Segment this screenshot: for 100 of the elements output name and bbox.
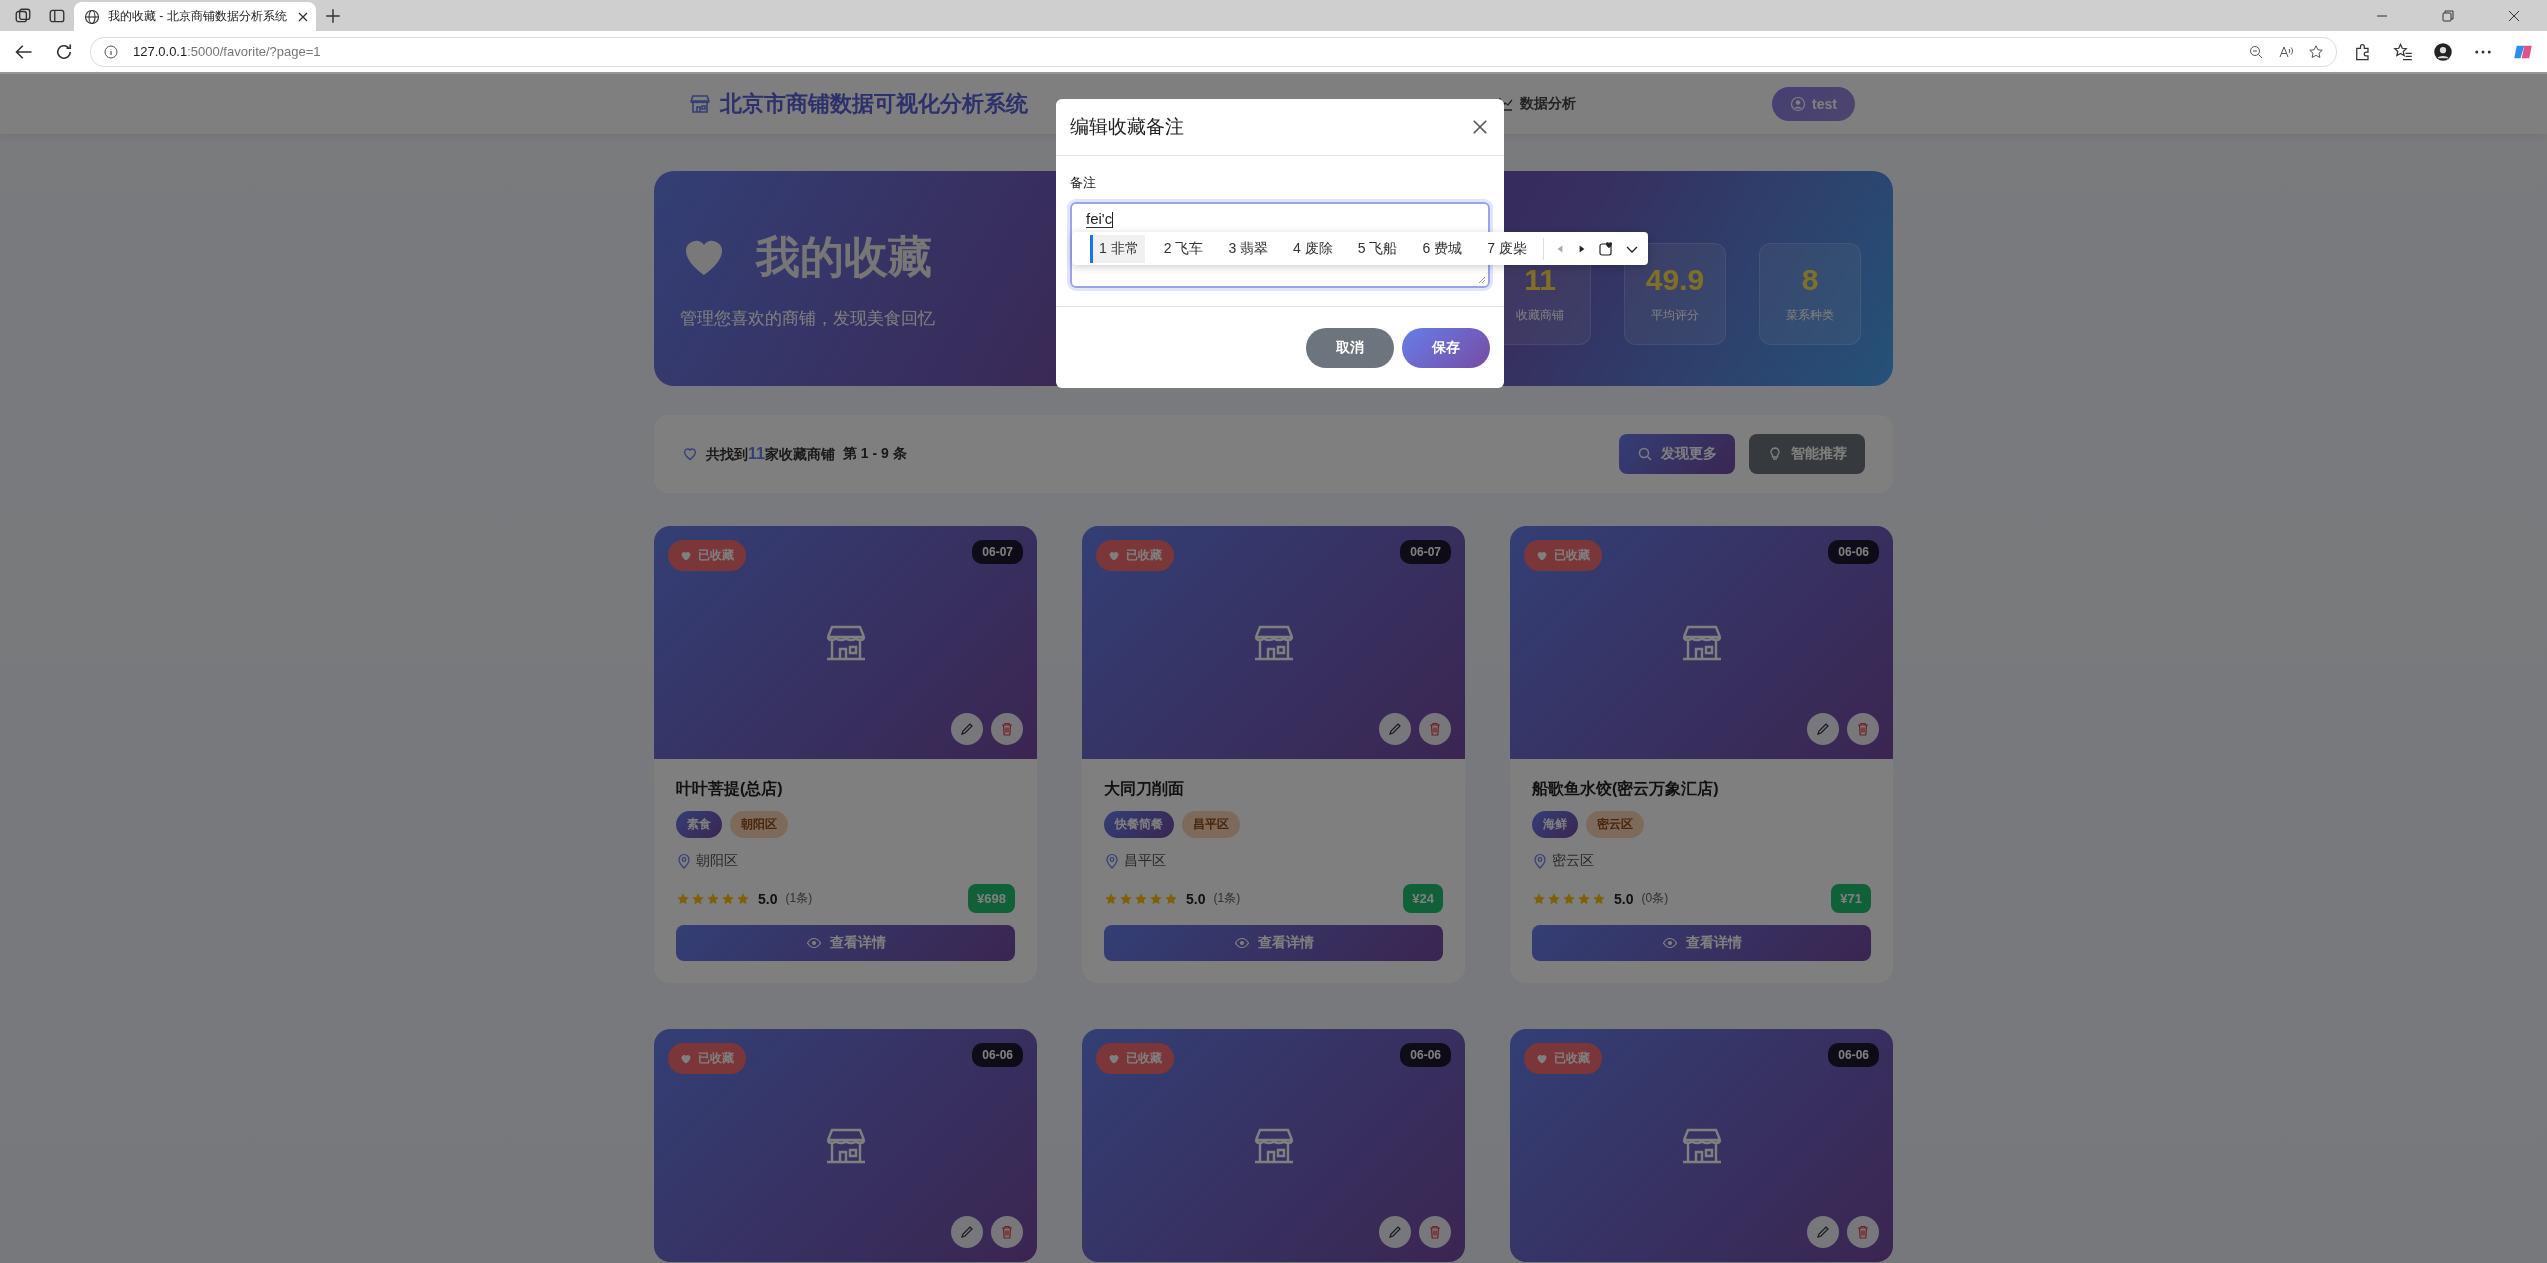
stat-label: 菜系种类 [1786,307,1834,324]
star-icon [1562,891,1576,906]
view-details-button[interactable]: 查看详情 [1104,925,1443,961]
delete-button[interactable] [1419,713,1451,745]
price-badge: ¥24 [1403,884,1443,913]
pencil-icon [1815,721,1831,737]
delete-button[interactable] [1847,1216,1879,1248]
tab-title: 我的收藏 - 北京商铺数据分析系统 [108,8,287,25]
favorites-icon[interactable] [2393,41,2413,62]
store-icon [688,92,712,116]
star-icon [1134,891,1148,906]
ime-candidate[interactable]: 4 废除 [1284,234,1339,263]
location-pin-icon [676,853,692,869]
favorited-badge: 已收藏 [1524,540,1602,571]
browser-tab[interactable]: 我的收藏 - 北京商铺数据分析系统 [74,2,316,31]
price-badge: ¥698 [968,884,1015,913]
review-count: (1条) [785,890,813,907]
heart-box-icon[interactable] [1597,240,1614,257]
view-details-button[interactable]: 查看详情 [1532,925,1871,961]
ime-candidate[interactable]: 1 非常 [1090,234,1145,263]
heart-icon [680,1052,692,1065]
ime-candidate[interactable]: 6 费城 [1413,234,1469,263]
result-range: 第 1 - 9 条 [842,445,907,463]
workspaces-icon[interactable] [14,6,32,25]
pencil-icon [1815,1224,1831,1240]
search-icon [1637,446,1653,462]
restore-icon[interactable] [2440,7,2456,24]
profile-avatar-icon[interactable] [2433,41,2453,62]
ime-candidate[interactable]: 2 飞车 [1154,234,1210,263]
ime-candidate[interactable]: 7 废柴 [1478,234,1533,263]
shop-name[interactable]: 叶叶菩提(总店) [676,779,1015,800]
shop-location: 密云区 [1552,852,1594,870]
eye-icon [1661,935,1678,951]
view-details-button[interactable]: 查看详情 [676,925,1015,961]
star-icon [736,891,750,906]
discover-button[interactable]: 发现更多 [1619,434,1735,474]
save-button[interactable]: 保存 [1402,327,1490,368]
district-tag: 朝阳区 [730,811,788,838]
stat-value: 11 [1524,263,1556,297]
hero-subtitle: 管理您喜欢的商铺，发现美食回忆 [680,307,935,330]
district-tag: 密云区 [1586,811,1644,838]
favorited-badge: 已收藏 [668,540,746,571]
delete-button[interactable] [991,1216,1023,1248]
zoom-out-icon[interactable] [2248,43,2264,60]
star-icon [1104,891,1118,906]
star-icon [1547,891,1561,906]
heart-icon [1108,1052,1120,1065]
star-icon [706,891,720,906]
delete-button[interactable] [1419,1216,1451,1248]
shop-name[interactable]: 大同刀削面 [1104,779,1443,800]
edit-button[interactable] [1807,713,1839,745]
delete-button[interactable] [991,713,1023,745]
star-icon [1119,891,1133,906]
heart-icon [682,446,698,462]
dialog-title: 编辑收藏备注 [1070,115,1184,139]
star-icon[interactable] [2308,43,2324,60]
favorited-badge: 已收藏 [1524,1043,1602,1074]
globe-icon [84,8,100,25]
date-badge: 06-07 [972,540,1023,564]
cuisine-tag: 海鲜 [1532,811,1578,838]
star-icon [1577,891,1591,906]
recommend-button[interactable]: 智能推荐 [1749,434,1865,474]
star-icon [1532,891,1546,906]
ime-candidate[interactable]: 3 翡翠 [1219,234,1275,263]
info-icon[interactable] [103,43,119,60]
pencil-icon [959,1224,975,1240]
date-badge: 06-07 [1400,540,1451,564]
heart-icon [1536,549,1548,562]
cancel-button[interactable]: 取消 [1306,327,1394,368]
brand-title[interactable]: 北京市商铺数据可视化分析系统 [720,89,1028,119]
nav-link[interactable]: 数据分析 [1520,95,1576,113]
location-pin-icon [1532,853,1548,869]
field-label: 备注 [1070,174,1097,192]
edit-button[interactable] [951,1216,983,1248]
edit-button[interactable] [1807,1216,1839,1248]
star-icon [1149,891,1163,906]
pencil-icon [1387,721,1403,737]
star-icon [676,891,690,906]
star-icon [721,891,735,906]
eye-icon [1233,935,1250,951]
review-count: (0条) [1641,890,1669,907]
close-icon[interactable] [1470,117,1490,137]
rating-value: 5.0 [758,890,778,907]
ime-candidate[interactable]: 5 飞船 [1348,234,1404,263]
new-tab-icon[interactable] [324,6,342,25]
cuisine-tag: 快餐简餐 [1104,811,1174,838]
delete-button[interactable] [1847,713,1879,745]
lightbulb-icon [1767,446,1783,462]
trash-icon [999,1224,1015,1240]
edit-button[interactable] [951,713,983,745]
result-summary: 共找到11家收藏商铺 [706,444,835,464]
shop-name[interactable]: 船歌鱼水饺(密云万象汇店) [1532,779,1871,800]
date-badge: 06-06 [1828,1043,1879,1067]
address-field[interactable]: 127.0.0.1:5000/favorite/?page=1 [90,36,2337,67]
edit-button[interactable] [1379,713,1411,745]
edit-button[interactable] [1379,1216,1411,1248]
user-icon [1790,96,1807,112]
resize-handle-icon[interactable] [1476,274,1486,284]
rating-value: 5.0 [1186,890,1206,907]
trash-icon [1855,721,1871,737]
